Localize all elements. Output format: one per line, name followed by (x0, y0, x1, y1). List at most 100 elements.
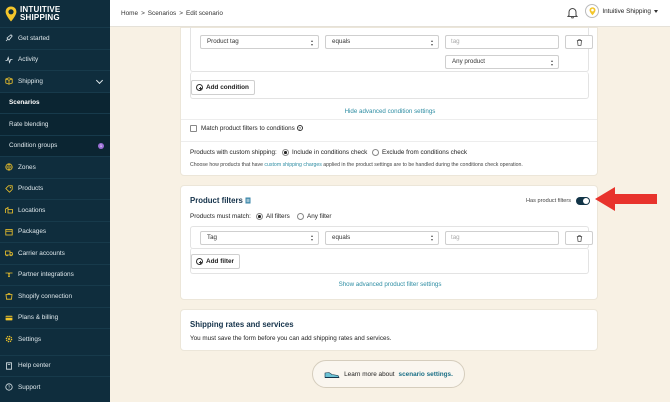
filter-field-select[interactable]: Tag (200, 230, 319, 245)
add-condition-area: Add condition (190, 72, 589, 99)
delete-condition-button[interactable] (565, 35, 593, 49)
breadcrumb: Home > Scenarios > Edit scenario (121, 10, 223, 17)
avatar (585, 4, 600, 18)
sidebar-item-carrier-accounts[interactable]: Carrier accounts (0, 242, 110, 264)
sneaker-icon (324, 371, 340, 378)
sidebar-item-locations[interactable]: Locations (0, 199, 110, 221)
chevron-down-icon (95, 76, 104, 85)
any-filter-radio[interactable] (297, 213, 304, 220)
select-arrows-icon (551, 59, 554, 66)
custom-shipping-label: Products with custom shipping: (190, 149, 277, 156)
products-icon (5, 185, 13, 193)
sidebar-item-shipping[interactable]: Shipping (0, 70, 110, 92)
learn-more-banner[interactable]: Learn more about scenario settings. (312, 360, 465, 388)
sidebar-item-shopify-connection[interactable]: Shopify connection (0, 285, 110, 307)
breadcrumb-separator: > (179, 9, 183, 17)
locations-icon (5, 207, 13, 214)
include-label: Include in conditions check (292, 149, 368, 156)
plus-circle-icon (196, 84, 203, 91)
trash-icon (576, 234, 583, 242)
select-arrows-icon (431, 39, 434, 46)
custom-shipping-charges-link[interactable]: custom shipping charges (264, 162, 321, 168)
rocket-icon (5, 34, 13, 42)
sidebar-item-partner-integrations[interactable]: Partner integrations (0, 263, 110, 286)
shipping-rates-title: Shipping rates and services (190, 320, 294, 329)
sidebar-item-activity[interactable]: Activity (0, 48, 110, 71)
sidebar-item-condition-groups[interactable]: Condition groups 1 (0, 134, 110, 156)
filter-value-input[interactable]: tag (445, 230, 559, 245)
condition-operator-select[interactable]: equals (325, 35, 439, 49)
breadcrumb-separator: > (141, 9, 145, 17)
sidebar-item-rate-blending[interactable]: Rate blending (0, 113, 110, 135)
product-filters-title: Product filters (190, 196, 251, 205)
help-icon (6, 362, 12, 370)
condition-field-select[interactable]: Product tag (200, 35, 319, 49)
include-radio[interactable] (282, 149, 289, 156)
select-arrows-icon (311, 235, 314, 241)
sidebar-item-settings[interactable]: Settings (0, 328, 110, 350)
support-icon: ? (5, 383, 13, 391)
hide-advanced-condition-link[interactable]: Hide advanced condition settings (181, 108, 599, 115)
sidebar-item-products[interactable]: Products (0, 177, 110, 200)
match-mode-label: Products must match: (190, 213, 251, 220)
user-menu[interactable]: Intuitive Shipping (585, 4, 658, 18)
add-condition-button[interactable]: Add condition (191, 80, 255, 95)
shipping-rates-message: You must save the form before you can ad… (190, 335, 392, 342)
sidebar-item-get-started[interactable]: Get started (0, 27, 110, 49)
delete-filter-button[interactable] (565, 230, 593, 245)
brand-logo[interactable]: INTUITIVE SHIPPING (0, 0, 110, 27)
has-filters-label: Has product filters (526, 198, 572, 204)
sidebar-item-help-center[interactable]: Help center (0, 354, 110, 377)
logo-pin-icon (5, 6, 17, 21)
gear-icon (5, 335, 13, 343)
activity-icon (5, 55, 13, 64)
bell-icon[interactable] (567, 7, 578, 19)
all-filters-radio[interactable] (256, 213, 263, 220)
user-logo-icon (589, 7, 596, 16)
add-filter-button[interactable]: Add filter (191, 254, 241, 269)
condition-value-input[interactable]: tag (445, 35, 559, 49)
breadcrumb-home[interactable]: Home (121, 10, 138, 17)
condition-groups-badge: 1 (98, 142, 104, 149)
billing-icon (5, 315, 13, 321)
zones-icon (5, 163, 13, 171)
divider (181, 119, 597, 120)
shopify-icon (5, 293, 13, 300)
shipping-rates-card: Shipping rates and services You must sav… (180, 309, 598, 351)
sidebar: INTUITIVE SHIPPING Get started Activity … (0, 0, 110, 402)
condition-scope-select[interactable]: Any product (445, 55, 559, 69)
select-arrows-icon (431, 235, 434, 241)
any-filter-label: Any filter (307, 213, 332, 220)
exclude-radio[interactable] (372, 149, 379, 156)
learn-more-text: Learn more about (344, 370, 395, 378)
sidebar-item-scenarios[interactable]: Scenarios (0, 91, 110, 113)
shipping-icon (5, 77, 13, 85)
match-filters-checkbox[interactable] (190, 125, 197, 132)
match-filters-label: Match product filters to conditions? (201, 125, 303, 132)
partner-icon (5, 272, 13, 277)
show-advanced-filter-link[interactable]: Show advanced product filter settings (181, 281, 599, 288)
has-filters-toggle[interactable] (576, 197, 590, 205)
sidebar-nav: Get started Activity Shipping Scenarios … (0, 27, 110, 398)
sidebar-item-support[interactable]: ? Support (0, 376, 110, 398)
filter-row: Tag equals tag (190, 226, 593, 249)
custom-shipping-help: Choose how products that have custom shi… (190, 162, 523, 168)
carrier-icon (5, 250, 13, 257)
add-filter-area: Add filter (190, 248, 589, 274)
packages-icon (5, 228, 13, 236)
condition-row: Product tag equals tag Any product (190, 27, 593, 72)
topbar: Home > Scenarios > Edit scenario Intuiti… (110, 0, 670, 27)
sidebar-item-packages[interactable]: Packages (0, 220, 110, 243)
breadcrumb-scenarios[interactable]: Scenarios (148, 10, 176, 17)
divider (181, 141, 597, 142)
select-arrows-icon (311, 39, 314, 46)
sidebar-item-zones[interactable]: Zones (0, 156, 110, 178)
user-name: Intuitive Shipping (602, 7, 651, 15)
filter-operator-select[interactable]: equals (325, 230, 439, 245)
sidebar-item-plans-billing[interactable]: Plans & billing (0, 306, 110, 329)
red-arrow-annotation (595, 187, 657, 211)
breadcrumb-current: Edit scenario (185, 9, 223, 17)
scenario-settings-link[interactable]: scenario settings. (399, 371, 453, 378)
question-icon[interactable]: ? (296, 125, 303, 132)
conditions-card: Product tag equals tag Any product Add c… (180, 27, 598, 176)
